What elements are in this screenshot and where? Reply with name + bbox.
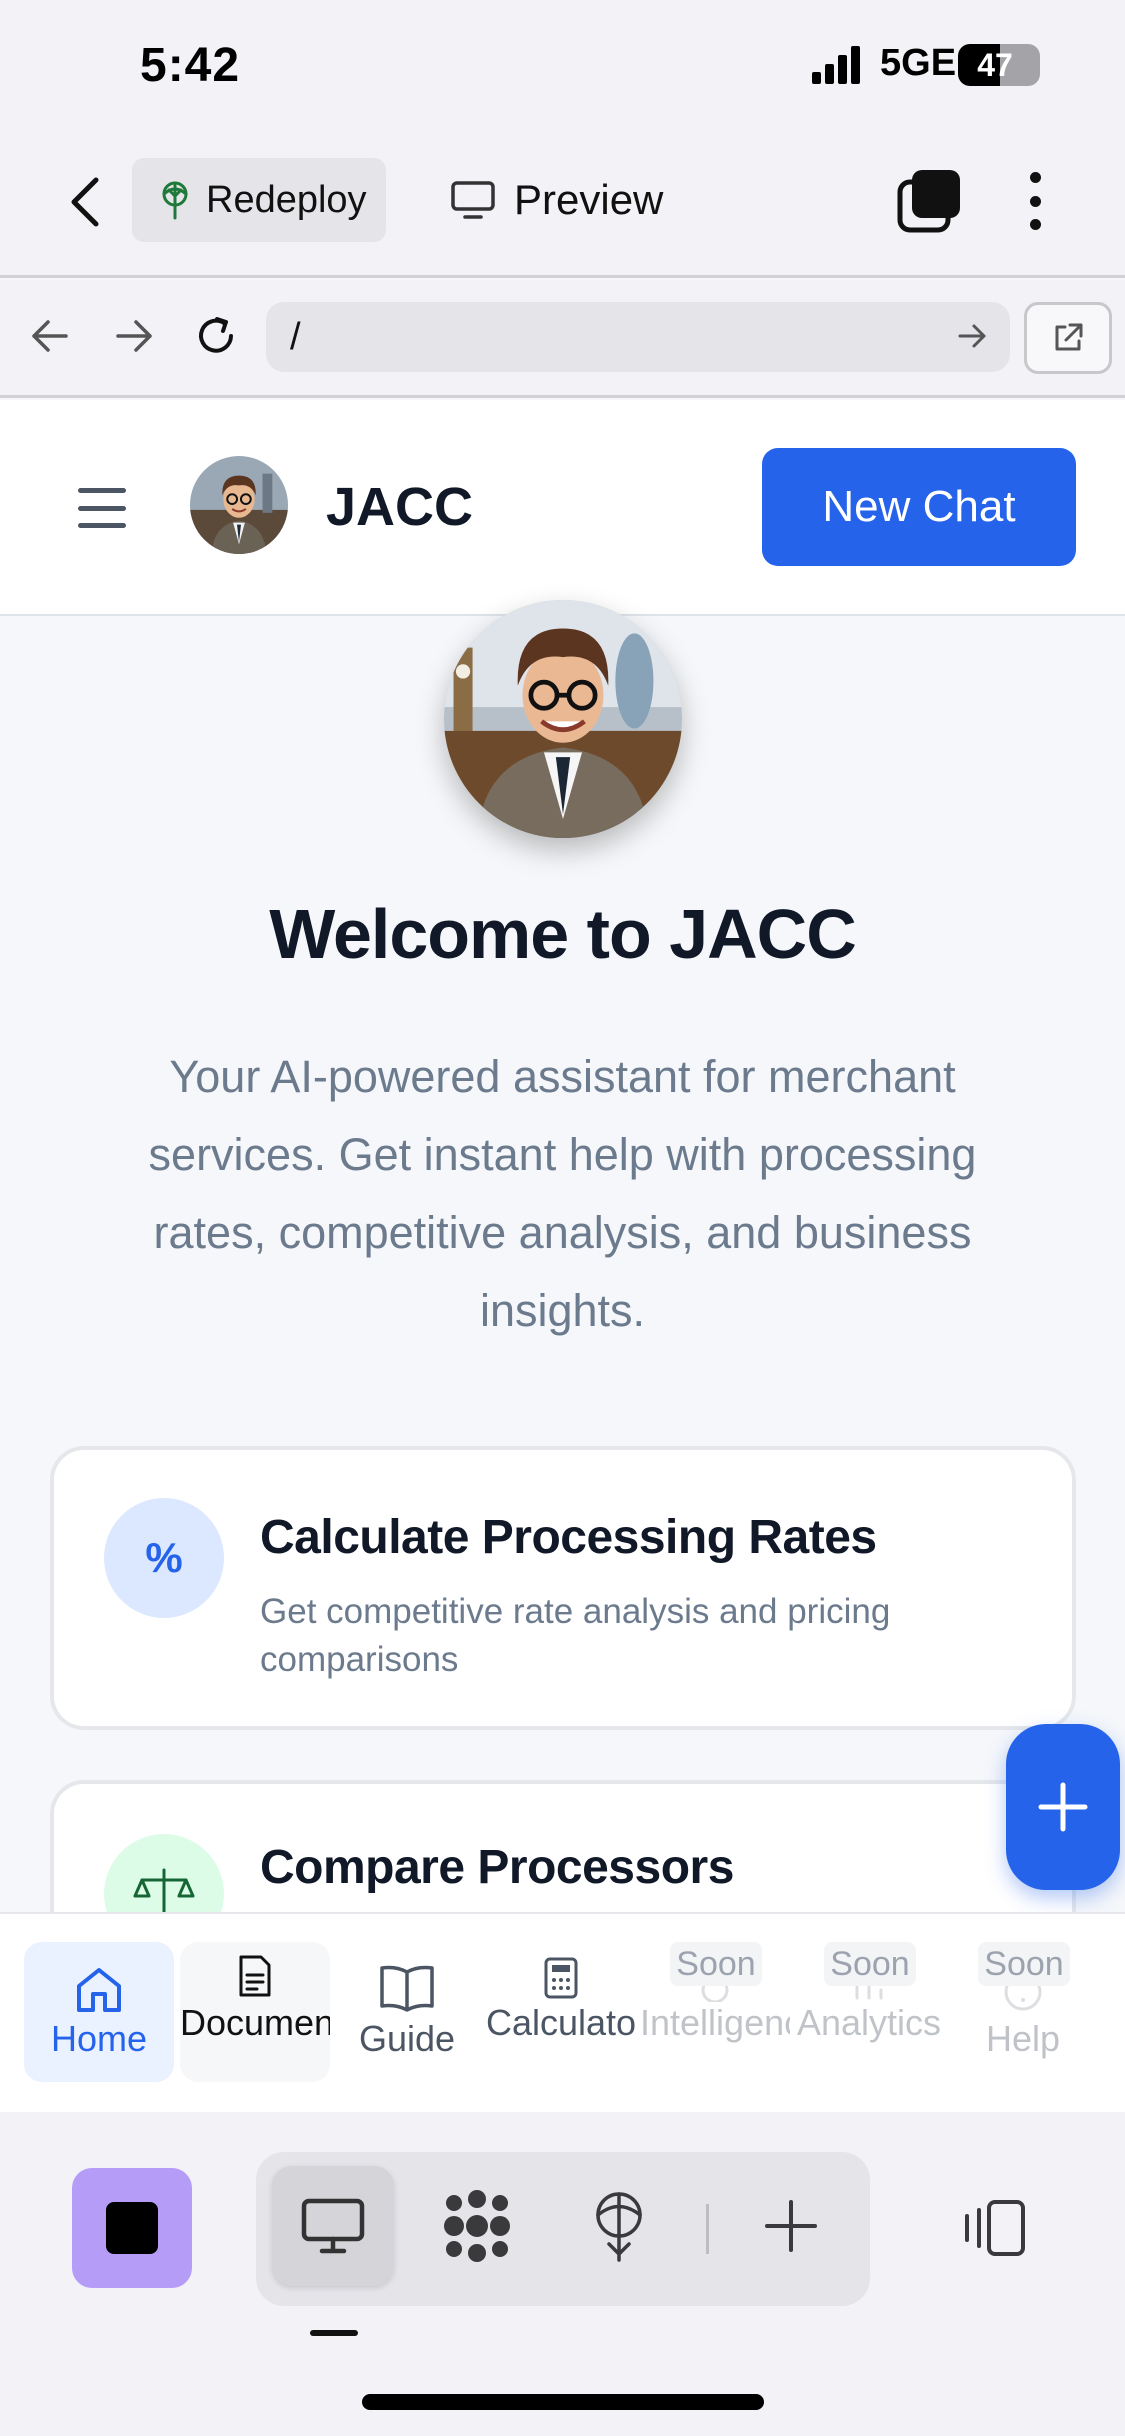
page-title: Welcome to JACC [269, 895, 857, 973]
card-title: Compare Processors [260, 1841, 734, 1894]
preview-label: Preview [514, 176, 664, 223]
monitor-icon [451, 181, 495, 219]
preview-tool-button[interactable] [272, 2166, 394, 2286]
split-view-icon [965, 2200, 1025, 2256]
agent-tool-button[interactable] [416, 2166, 538, 2286]
plus-icon [765, 2200, 817, 2252]
signal-icon [812, 46, 860, 84]
workspace-toolbar [0, 2112, 1125, 2436]
soon-badge: Soon [670, 1942, 762, 1986]
nav-label: Documents [180, 2002, 330, 2043]
nav-label: Analytics [796, 2002, 942, 2043]
soon-badge: Soon [978, 1942, 1070, 1986]
home-indicator [362, 2394, 764, 2410]
document-icon [239, 1955, 271, 1997]
add-tool-button[interactable] [730, 2166, 852, 2286]
home-icon [77, 1968, 121, 2012]
go-arrow-icon[interactable] [954, 318, 990, 354]
url-input[interactable]: / [266, 302, 1010, 372]
browser-bar: / [0, 280, 1125, 398]
percent-icon: % [104, 1498, 224, 1618]
app-toolbar: Redeploy Preview [0, 132, 1125, 278]
stop-button[interactable] [72, 2168, 192, 2288]
open-external-button[interactable] [1024, 302, 1112, 374]
tabs-icon[interactable] [896, 168, 962, 234]
url-text: / [290, 316, 301, 358]
deploy-icon [162, 181, 188, 220]
nav-item-guide[interactable]: Guide [332, 1942, 482, 2082]
arrow-left-icon [32, 320, 68, 352]
nav-item-calculator[interactable]: Calculator [486, 1942, 636, 2082]
chevron-left-icon [71, 177, 99, 227]
nav-label: Home [50, 2018, 148, 2059]
tool-group [256, 2152, 870, 2306]
split-view-button[interactable] [956, 2178, 1028, 2278]
redeploy-button[interactable]: Redeploy [132, 158, 386, 242]
new-chat-button[interactable]: New Chat [762, 448, 1076, 566]
nav-item-help: Help Soon [948, 1942, 1098, 2082]
battery-level: 47 [977, 47, 1013, 83]
divider [706, 2204, 709, 2254]
nav-label: Calculator [486, 2002, 636, 2043]
more-options-button[interactable] [1010, 168, 1060, 234]
nav-item-documents[interactable]: Documents [180, 1942, 330, 2082]
soon-badge: Soon [824, 1942, 916, 1986]
network-type: 5GE [880, 42, 957, 84]
calculator-icon [544, 1957, 578, 1999]
avatar [190, 456, 288, 554]
reload-icon [199, 317, 233, 353]
external-link-icon [1055, 323, 1083, 351]
back-button[interactable] [60, 172, 110, 232]
arrow-right-icon [116, 320, 152, 352]
stop-icon [106, 2202, 158, 2254]
scale-icon [104, 1834, 224, 1912]
redeploy-label: Redeploy [206, 178, 367, 221]
menu-icon[interactable] [78, 488, 126, 528]
browser-forward-button[interactable] [104, 306, 164, 366]
add-button[interactable] [1006, 1724, 1120, 1890]
calculate-rates-card[interactable]: % Calculate Processing Rates Get competi… [50, 1446, 1076, 1730]
site-header: JACC New Chat [0, 400, 1125, 616]
card-description: Get competitive rate analysis and pricin… [260, 1592, 891, 1679]
active-tab-indicator [310, 2330, 358, 2336]
card-title: Calculate Processing Rates [260, 1511, 877, 1564]
preview-button[interactable]: Preview [450, 158, 663, 242]
deploy-tool-button[interactable] [558, 2166, 680, 2286]
browser-back-button[interactable] [20, 306, 80, 366]
bottom-nav: Home Documents Guide Calculator Intellig… [0, 1912, 1125, 2112]
nav-item-analytics: Analytics Soon [794, 1942, 944, 2082]
agent-icon [444, 2190, 510, 2262]
compare-processors-card[interactable]: Compare Processors [50, 1780, 1076, 1912]
deploy-icon [596, 2192, 642, 2262]
reload-button[interactable] [186, 306, 246, 366]
status-time: 5:42 [140, 39, 241, 92]
nav-label: Help [985, 2018, 1061, 2059]
brand-name: JACC [326, 477, 474, 537]
monitor-icon [301, 2198, 365, 2254]
nav-label: Guide [358, 2018, 456, 2059]
status-bar: 5:42 5GE 47 [0, 0, 1125, 132]
nav-item-intelligence: Intelligence Soon [640, 1942, 790, 2082]
web-page: JACC New Chat Welcome to JACC Your AI-po… [0, 400, 1125, 1912]
page-subtitle: Your AI-powered assistant for merchant s… [148, 1051, 977, 1336]
book-icon [380, 1965, 434, 2012]
nav-label: Intelligence [640, 2002, 790, 2043]
hero-avatar [444, 600, 682, 838]
nav-item-home[interactable]: Home [24, 1942, 174, 2082]
battery-icon: 47 [958, 44, 1040, 86]
plus-icon [1038, 1782, 1088, 1832]
